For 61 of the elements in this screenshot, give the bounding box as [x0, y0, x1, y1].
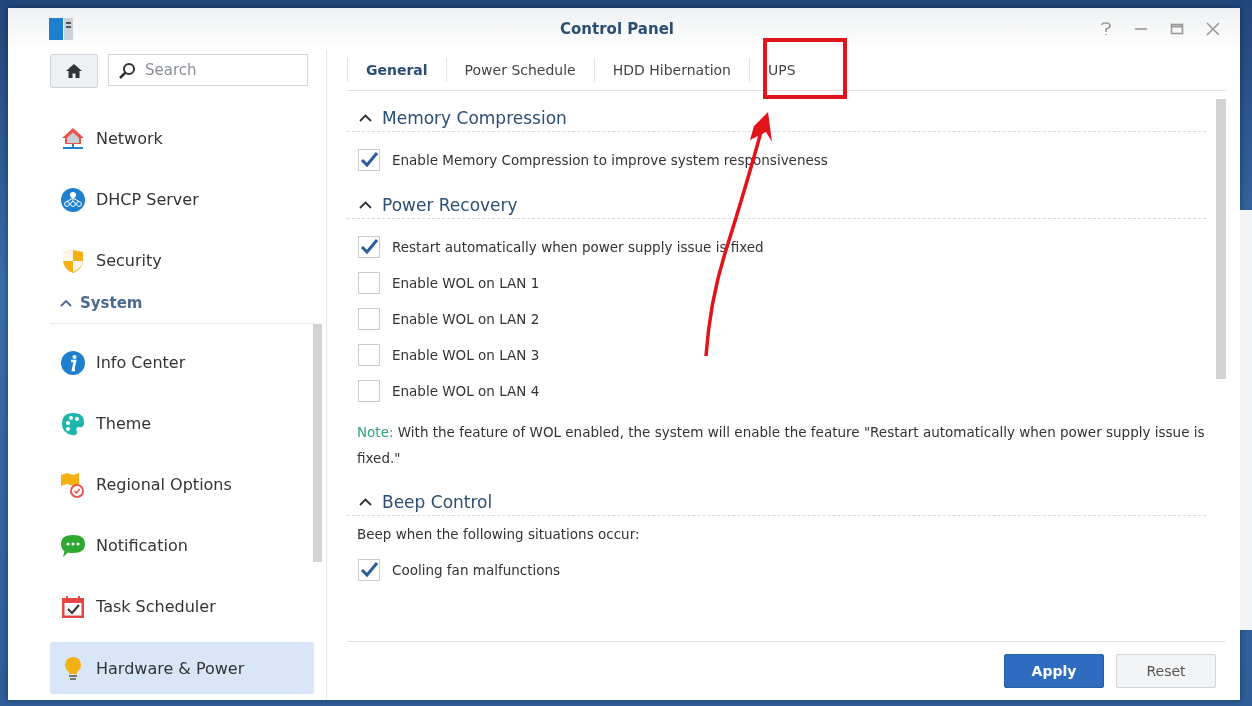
chat-bubble-icon [60, 532, 86, 559]
section-title: Memory Compression [382, 108, 567, 128]
tab[interactable]: UPS [748, 58, 814, 82]
checkmark-icon [359, 151, 379, 169]
tab[interactable]: HDD Hibernation [593, 58, 749, 82]
section-title: Beep Control [382, 492, 493, 512]
checkbox-label: Enable WOL on LAN 1 [392, 275, 540, 291]
caret-icon [359, 498, 372, 506]
section-header[interactable]: Beep Control [347, 489, 1206, 516]
scrollbar[interactable] [1216, 99, 1226, 379]
home-button[interactable] [50, 54, 98, 88]
checkbox[interactable] [358, 344, 380, 366]
help-icon[interactable] [1100, 22, 1112, 36]
caret-icon [60, 299, 72, 307]
sidebar-item[interactable]: DHCP Server [50, 169, 314, 230]
maximize-icon[interactable] [1170, 22, 1184, 36]
checkbox[interactable] [358, 149, 380, 171]
sidebar-item[interactable]: Regional Options [50, 454, 314, 515]
info-icon [60, 349, 86, 376]
palette-icon [60, 410, 86, 437]
description-text: Beep when the following situations occur: [357, 526, 641, 542]
sidebar-item[interactable]: Hardware & Power [50, 642, 314, 694]
reset-button[interactable]: Reset [1116, 654, 1216, 688]
sidebar-item[interactable]: Task Scheduler [50, 576, 314, 637]
search-icon [118, 62, 136, 80]
dhcp-icon [60, 186, 86, 213]
shield-icon [60, 247, 86, 274]
app-logo-icon [48, 16, 74, 42]
map-clock-icon [60, 471, 86, 498]
scrollbar[interactable] [313, 324, 322, 562]
checkbox-label: Cooling fan malfunctions [392, 562, 561, 578]
checkbox-label: Enable WOL on LAN 2 [392, 311, 540, 327]
sidebar-item[interactable]: Theme [50, 393, 314, 454]
caret-icon [359, 114, 372, 122]
note-text: Note: With the feature of WOL enabled, the system will enable the feature "Restart automatically when power supply issue is fixed." [357, 423, 1206, 468]
tab[interactable]: Power Schedule [445, 58, 594, 82]
checkbox-label: Enable WOL on LAN 4 [392, 383, 540, 399]
checkbox[interactable] [358, 380, 380, 402]
category-label: System [80, 294, 143, 312]
search-field[interactable]: Search [108, 54, 308, 86]
window-title: Control Panel [559, 20, 675, 38]
tab[interactable]: General [347, 58, 446, 82]
section-header[interactable]: Power Recovery [347, 192, 1206, 219]
checkbox[interactable] [358, 559, 380, 581]
checkbox[interactable] [358, 272, 380, 294]
sidebar-item[interactable]: Network [50, 108, 314, 169]
checkbox-label: Enable WOL on LAN 3 [392, 347, 540, 363]
network-icon [60, 125, 86, 152]
sidebar-item[interactable]: Notification [50, 515, 314, 576]
checkbox[interactable] [358, 236, 380, 258]
section-title: Power Recovery [382, 195, 518, 215]
sidebar-item[interactable]: Info Center [50, 332, 314, 393]
checkbox[interactable] [358, 308, 380, 330]
calendar-check-icon [60, 593, 86, 620]
checkmark-icon [359, 561, 379, 579]
home-icon [65, 63, 83, 79]
caret-icon [359, 201, 372, 209]
close-icon[interactable] [1206, 22, 1220, 36]
category-header[interactable]: System [50, 283, 314, 324]
apply-button[interactable]: Apply [1004, 654, 1104, 688]
checkmark-icon [359, 238, 379, 256]
